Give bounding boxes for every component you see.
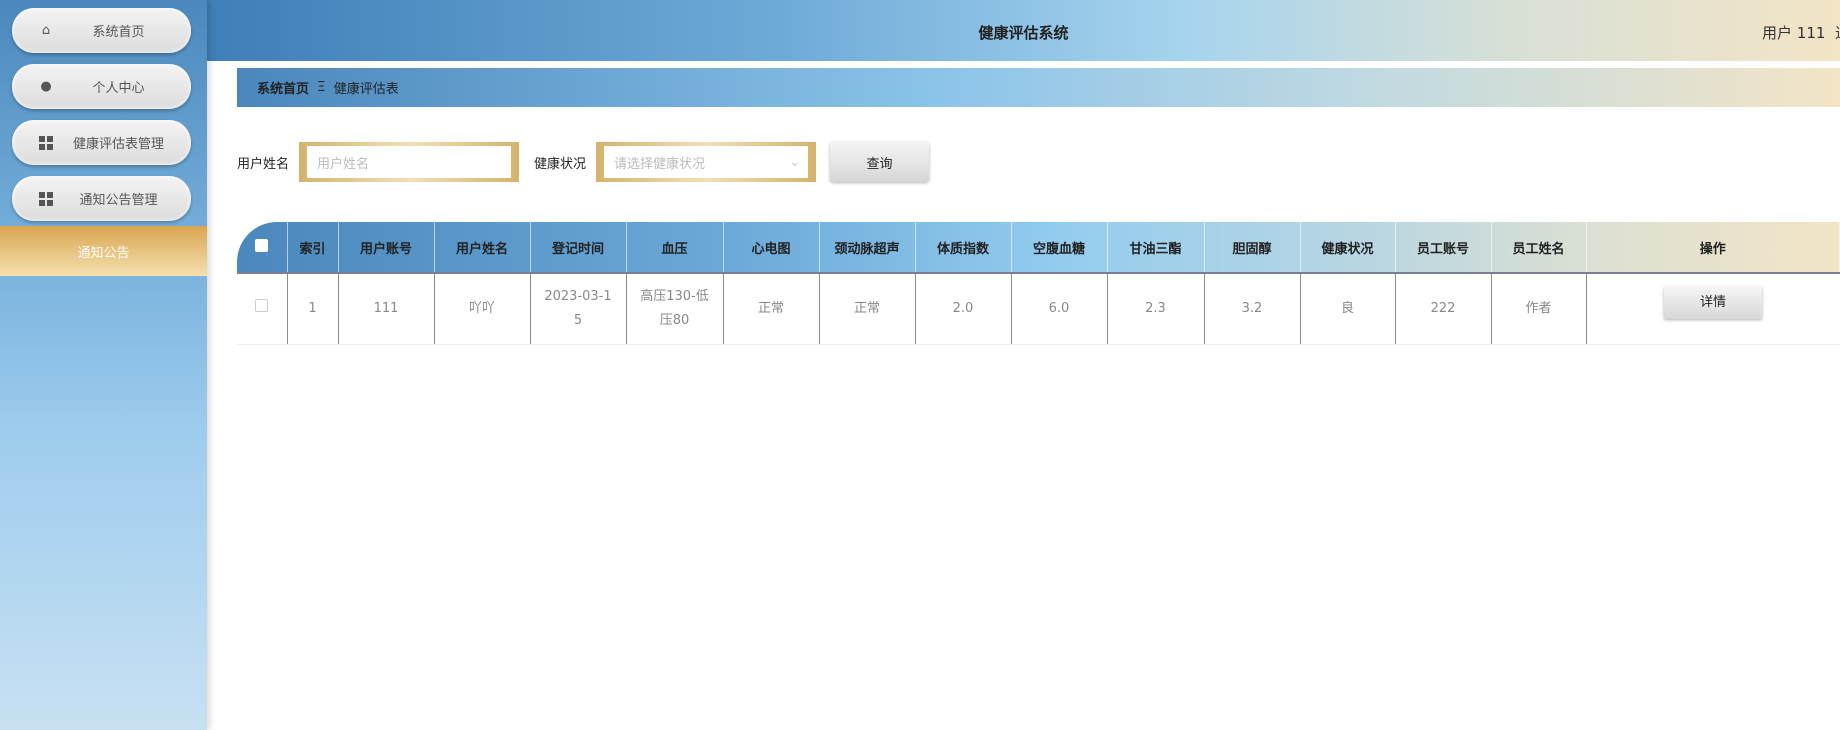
- cell-bmi: 2.0: [915, 273, 1012, 345]
- username: 用户 111: [1762, 24, 1826, 42]
- column-header: 甘油三酯: [1107, 222, 1205, 274]
- chevron-down-icon: ⌄: [789, 154, 801, 170]
- cell-cholesterol: 3.2: [1204, 273, 1301, 345]
- status-placeholder: 请选择健康状况: [614, 156, 706, 172]
- sidebar-item-health-assessment[interactable]: 健康评估表管理: [12, 120, 191, 165]
- breadcrumb-home[interactable]: 系统首页: [257, 78, 309, 97]
- breadcrumb-current: 健康评估表: [333, 82, 399, 97]
- column-header: 员工账号: [1395, 222, 1492, 274]
- breadcrumb-separator: Ξ: [317, 80, 326, 95]
- column-header: 心电图: [723, 222, 820, 274]
- column-header: 空腹血糖: [1011, 222, 1108, 274]
- grid-icon: [39, 191, 53, 206]
- sidebar-item-personal-center[interactable]: ● 个人中心: [12, 64, 191, 109]
- cell-actions: 详情: [1586, 273, 1840, 345]
- column-header: 用户姓名: [434, 222, 531, 274]
- breadcrumb: 系统首页 Ξ 健康评估表: [237, 68, 1840, 107]
- column-header: 胆固醇: [1204, 222, 1301, 274]
- sidebar-item-notice-management[interactable]: 通知公告管理: [12, 176, 191, 221]
- user-icon: ●: [40, 78, 52, 94]
- name-label: 用户姓名: [237, 156, 290, 172]
- name-input[interactable]: 用户姓名: [299, 142, 520, 182]
- app-title: 健康评估系统: [978, 24, 1069, 42]
- column-header: 血压: [626, 222, 724, 274]
- column-header: 登记时间: [530, 222, 627, 274]
- column-header: 索引: [287, 222, 339, 274]
- user-info: 用户 111 退: [1762, 22, 1840, 43]
- cell-user-name: 吖吖: [434, 273, 531, 345]
- sidebar-item-label: 通知公告: [77, 245, 130, 261]
- sidebar-item-notice[interactable]: 通知公告: [0, 226, 207, 276]
- column-header: 操作: [1586, 222, 1840, 274]
- name-search: 用户姓名 用户姓名: [237, 142, 520, 182]
- status-label: 健康状况: [534, 156, 587, 172]
- cell-register-time: 2023-03-15: [530, 273, 627, 345]
- cell-staff-account: 222: [1395, 273, 1492, 345]
- cell-staff-name: 作者: [1491, 273, 1587, 345]
- cell-blood-pressure: 高压130-低压80: [626, 273, 724, 345]
- cell-user-account: 111: [338, 273, 435, 345]
- status-search: 健康状况 请选择健康状况 ⌄: [534, 142, 817, 182]
- cell-health-status: 良: [1300, 273, 1396, 345]
- cell-triglycerides: 2.3: [1107, 273, 1205, 345]
- cell-fasting-glucose: 6.0: [1011, 273, 1108, 345]
- column-header: 颈动脉超声: [819, 222, 916, 274]
- column-header: 体质指数: [915, 222, 1012, 274]
- home-icon: ⌂: [41, 22, 51, 38]
- grid-icon: [39, 135, 53, 150]
- top-header: 健康评估系统 用户 111 退: [207, 0, 1840, 61]
- cell-carotid-ultrasound: 正常: [819, 273, 916, 345]
- sidebar: ⌂ 系统首页 ● 个人中心 健康评估表管理 通知公告管理 通知公告: [0, 0, 207, 730]
- select-all-checkbox[interactable]: [237, 222, 288, 274]
- column-header: 用户账号: [338, 222, 435, 274]
- table-header-row: 索引 用户账号 用户姓名 登记时间 血压 心电图 颈动脉超声 体质指数 空腹血糖…: [237, 222, 1840, 274]
- cell-ecg: 正常: [723, 273, 820, 345]
- detail-button[interactable]: 详情: [1664, 287, 1762, 319]
- column-header: 健康状况: [1300, 222, 1396, 274]
- row-checkbox[interactable]: [237, 273, 288, 345]
- table-row: 1 111 吖吖 2023-03-15 高压130-低压80 正常 正常 2.0…: [237, 273, 1840, 345]
- data-table: 索引 用户账号 用户姓名 登记时间 血压 心电图 颈动脉超声 体质指数 空腹血糖…: [237, 222, 1840, 345]
- status-select[interactable]: 请选择健康状况 ⌄: [596, 142, 817, 182]
- query-button[interactable]: 查询: [830, 142, 929, 182]
- sidebar-item-home[interactable]: ⌂ 系统首页: [12, 8, 191, 53]
- logout-link[interactable]: 退: [1835, 24, 1840, 42]
- name-placeholder[interactable]: 用户姓名: [307, 146, 512, 178]
- cell-index: 1: [287, 273, 339, 345]
- column-header: 员工姓名: [1491, 222, 1587, 274]
